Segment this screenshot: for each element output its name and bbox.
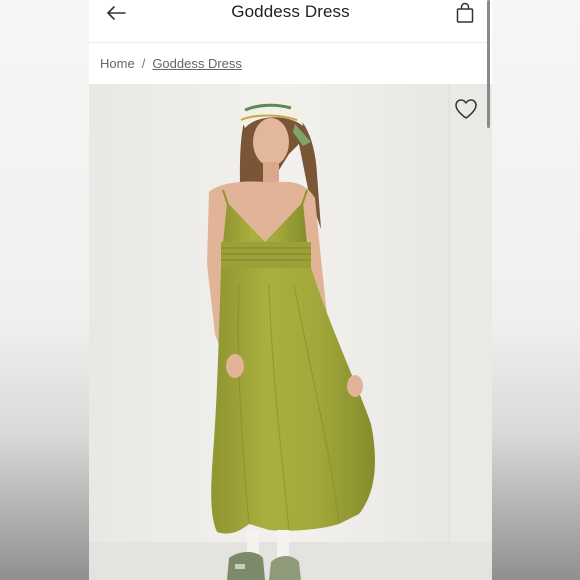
top-bar: Goddess Dress [89,0,492,43]
breadcrumb-current-link[interactable]: Goddess Dress [152,56,242,71]
page-title: Goddess Dress [231,2,350,21]
back-button[interactable] [103,0,129,26]
wishlist-button[interactable] [454,98,478,122]
breadcrumb-separator: / [141,55,146,71]
heart-outline-icon [455,99,477,119]
breadcrumb: Home / Goddess Dress [89,43,492,83]
scrollbar[interactable] [487,0,490,128]
product-page: Goddess Dress Home / Goddess Dress [89,0,492,580]
arrow-left-icon [107,6,126,20]
background-right [492,0,580,580]
breadcrumb-home-link[interactable]: Home [100,56,135,71]
background-left [0,0,89,580]
screenshot-frame: Goddess Dress Home / Goddess Dress [0,0,580,580]
product-image[interactable] [89,84,492,580]
shopping-bag-button[interactable] [452,0,478,26]
shopping-bag-icon [456,2,474,23]
product-photo [89,84,492,580]
